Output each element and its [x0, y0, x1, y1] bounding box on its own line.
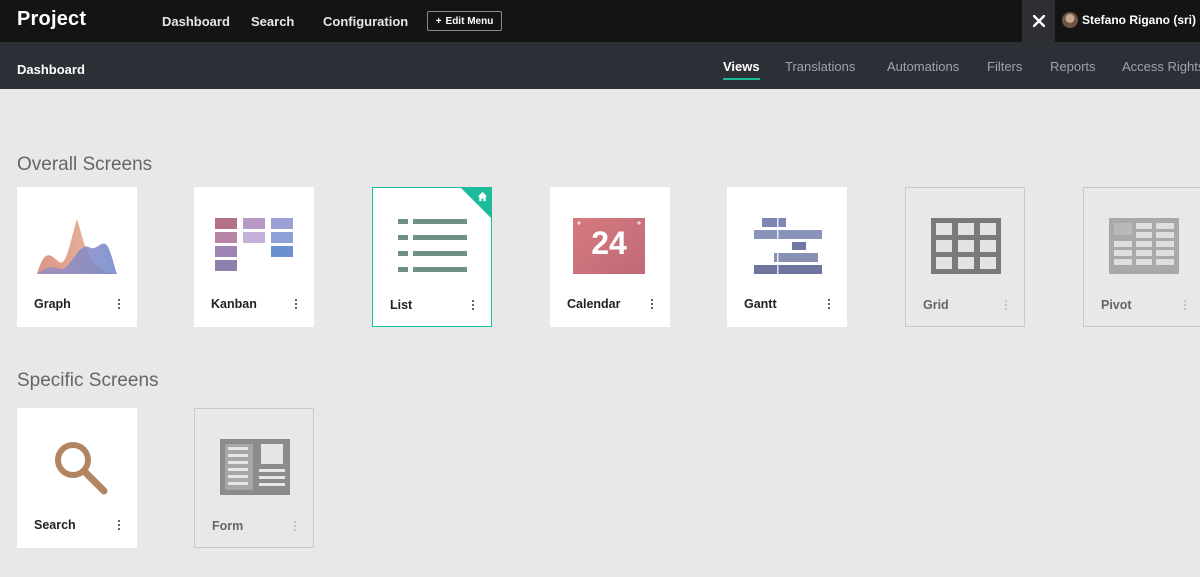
page-title: Dashboard	[17, 62, 85, 77]
section-title-specific: Specific Screens	[17, 370, 159, 391]
card-label: Search	[34, 518, 76, 532]
kebab-menu-icon[interactable]	[826, 297, 832, 311]
card-label: Form	[212, 519, 244, 533]
view-card-pivot[interactable]: Pivot	[1083, 187, 1200, 327]
user-menu[interactable]: Stefano Rigano (sri) ▾	[1062, 12, 1200, 28]
view-card-graph[interactable]: Graph	[17, 187, 137, 327]
kebab-menu-icon[interactable]	[1003, 298, 1009, 312]
view-card-gantt[interactable]: Gantt	[727, 187, 847, 327]
graph-icon	[37, 219, 117, 274]
tab-automations[interactable]: Automations	[887, 59, 959, 74]
kebab-menu-icon[interactable]	[116, 297, 122, 311]
close-icon	[1032, 15, 1045, 27]
card-label: Graph	[34, 297, 71, 311]
card-label: Pivot	[1101, 298, 1132, 312]
grid-icon	[931, 218, 1001, 274]
search-icon	[55, 442, 108, 495]
avatar	[1062, 12, 1078, 28]
app-brand[interactable]: Project	[17, 8, 86, 31]
card-label: Calendar	[567, 297, 621, 311]
tab-translations[interactable]: Translations	[785, 59, 855, 74]
pivot-icon	[1109, 218, 1179, 274]
view-card-form[interactable]: Form	[194, 408, 314, 548]
tab-reports[interactable]: Reports	[1050, 59, 1096, 74]
nav-dashboard[interactable]: Dashboard	[162, 14, 230, 29]
kanban-icon	[215, 218, 293, 271]
card-label: Grid	[923, 298, 949, 312]
kebab-menu-icon[interactable]	[649, 297, 655, 311]
card-label: Kanban	[211, 297, 257, 311]
kebab-menu-icon[interactable]	[470, 298, 476, 312]
gantt-icon	[754, 215, 822, 277]
top-navbar: Project Dashboard Search Configuration +…	[0, 0, 1200, 42]
tab-views[interactable]: Views	[723, 59, 760, 80]
home-icon	[477, 191, 488, 202]
form-icon	[220, 439, 290, 495]
nav-configuration[interactable]: Configuration	[323, 14, 408, 29]
edit-menu-button[interactable]: + Edit Menu	[427, 11, 502, 31]
close-studio-button[interactable]	[1022, 0, 1055, 42]
tab-filters[interactable]: Filters	[987, 59, 1022, 74]
view-card-calendar[interactable]: 24 Calendar	[550, 187, 670, 327]
kebab-menu-icon[interactable]	[293, 297, 299, 311]
view-card-kanban[interactable]: Kanban	[194, 187, 314, 327]
studio-subnav: Dashboard Views Translations Automations…	[0, 42, 1200, 89]
tab-access-rights[interactable]: Access Rights	[1122, 59, 1200, 74]
kebab-menu-icon[interactable]	[116, 518, 122, 532]
plus-icon: +	[435, 15, 442, 27]
view-card-grid[interactable]: Grid	[905, 187, 1025, 327]
user-name: Stefano Rigano (sri)	[1082, 13, 1197, 27]
view-card-list[interactable]: List	[372, 187, 492, 327]
section-title-overall: Overall Screens	[17, 154, 153, 175]
kebab-menu-icon[interactable]	[292, 519, 298, 533]
card-label: Gantt	[744, 297, 777, 311]
nav-search[interactable]: Search	[251, 14, 294, 29]
edit-menu-label: Edit Menu	[445, 15, 494, 27]
card-label: List	[390, 298, 413, 312]
kebab-menu-icon[interactable]	[1182, 298, 1188, 312]
view-card-search[interactable]: Search	[17, 408, 137, 548]
calendar-day-number: 24	[591, 225, 627, 261]
